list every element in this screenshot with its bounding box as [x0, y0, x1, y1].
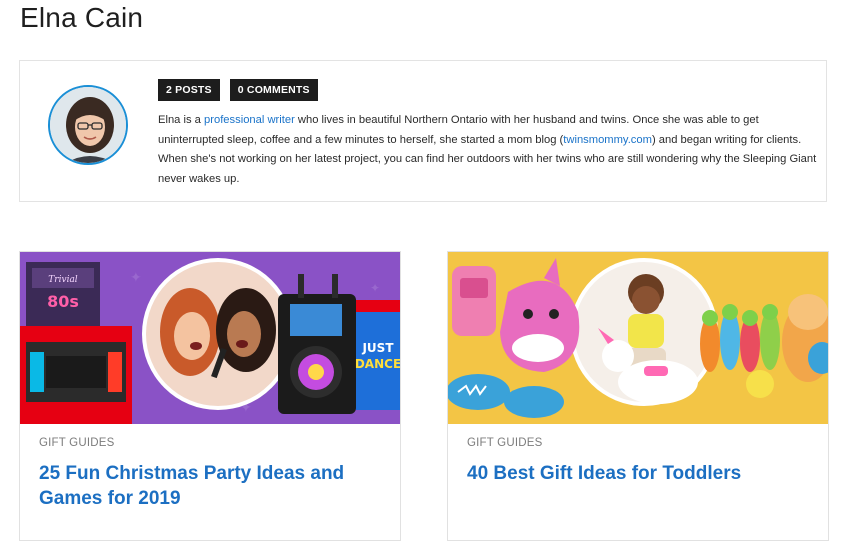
svg-text:JUST: JUST — [361, 341, 394, 355]
page-title: Elna Cain — [20, 2, 144, 33]
article-image-christmas-party[interactable]: ✦ ✦ ✦ ✦ Trivial 80s — [20, 252, 400, 424]
twinsmommy-link[interactable]: twinsmommy.com — [563, 134, 652, 146]
svg-text:DANCE: DANCE — [355, 357, 400, 371]
article-title[interactable]: 40 Best Gift Ideas for Toddlers — [467, 461, 797, 486]
comments-count-badge[interactable]: 0 COMMENTS — [229, 79, 318, 101]
svg-text:80s: 80s — [47, 292, 79, 311]
article-card[interactable]: GIFT GUIDES 40 Best Gift Ideas for Toddl… — [447, 251, 829, 541]
author-avatar — [48, 85, 128, 165]
author-stats: 2 POSTS 0 COMMENTS — [158, 79, 318, 101]
professional-writer-link[interactable]: professional writer — [204, 114, 295, 126]
article-category[interactable]: GIFT GUIDES — [467, 437, 542, 449]
svg-text:✦: ✦ — [130, 270, 142, 286]
article-title[interactable]: 25 Fun Christmas Party Ideas and Games f… — [39, 461, 369, 511]
svg-text:✦: ✦ — [370, 281, 380, 295]
author-bio: Elna is a professional writer who lives … — [158, 111, 818, 189]
article-image-toddler-gifts[interactable] — [448, 252, 828, 424]
author-box: 2 POSTS 0 COMMENTS Elna is a professiona… — [19, 60, 827, 202]
article-card[interactable]: ✦ ✦ ✦ ✦ Trivial 80s — [19, 251, 401, 541]
svg-text:Trivial: Trivial — [48, 275, 78, 285]
posts-count-badge[interactable]: 2 POSTS — [158, 79, 220, 101]
bio-text-1: Elna is a — [158, 114, 205, 126]
article-category[interactable]: GIFT GUIDES — [39, 437, 114, 449]
